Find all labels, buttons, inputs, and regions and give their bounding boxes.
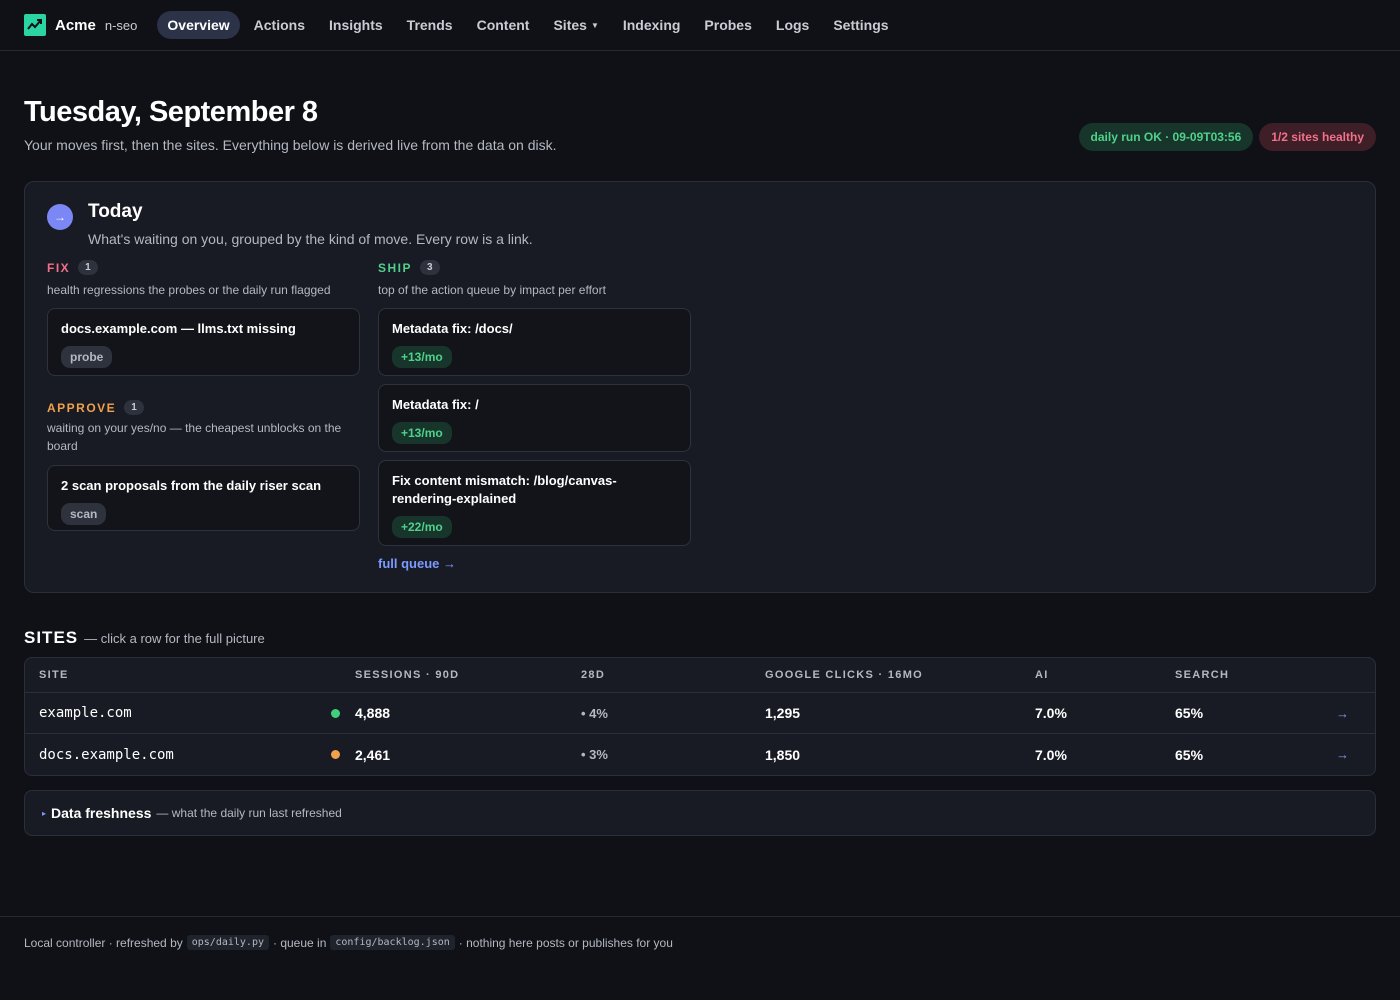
full-queue-link[interactable]: full queue → (378, 556, 691, 571)
ship-task[interactable]: Metadata fix: / +13/mo (378, 384, 691, 452)
col-search: SEARCH (1175, 669, 1230, 681)
approve-count: 1 (124, 400, 144, 415)
ship-count: 3 (420, 260, 440, 275)
nav-settings[interactable]: Settings (823, 11, 898, 39)
status-dot-warning (331, 750, 340, 759)
chevron-down-icon: ▼ (590, 20, 599, 30)
footer: Local controller · refreshed by ops/dail… (0, 916, 1400, 1000)
col-google-clicks: GOOGLE CLICKS · 16MO (765, 669, 924, 681)
ship-label: SHIP (378, 260, 413, 275)
nav-trends[interactable]: Trends (397, 11, 463, 39)
brand-sub: n-seo (104, 17, 138, 33)
task-title: Metadata fix: / (392, 397, 479, 412)
freshness-subtitle: — what the daily run last refreshed (156, 806, 342, 820)
brand[interactable]: Acme n-seo (24, 14, 137, 36)
task-tag: scan (61, 503, 107, 525)
footer-text-1: Local controller · refreshed by (24, 935, 183, 950)
ai-value: 7.0% (1035, 705, 1067, 721)
table-header: SITE SESSIONS · 90D 28D GOOGLE CLICKS · … (25, 658, 1375, 693)
today-subtitle: What's waiting on you, grouped by the ki… (88, 231, 533, 247)
search-value: 65% (1175, 746, 1204, 763)
today-card: → Today What's waiting on you, grouped b… (24, 181, 1376, 593)
nav-sites[interactable]: Sites ▼ (543, 11, 608, 39)
approve-task[interactable]: 2 scan proposals from the daily riser sc… (47, 465, 360, 531)
nav-probes[interactable]: Probes (694, 11, 761, 39)
fix-task[interactable]: docs.example.com — llms.txt missing prob… (47, 308, 360, 376)
approve-desc: waiting on your yes/no — the cheapest un… (47, 421, 342, 453)
caret-right-icon: ▸ (42, 808, 47, 818)
col-28d: 28D (581, 669, 606, 681)
footer-code-1: ops/daily.py (186, 935, 269, 950)
sessions-value: 4,888 (355, 705, 391, 721)
nav-sites-label: Sites (553, 17, 587, 33)
site-name: example.com (39, 705, 132, 721)
arrow-right-icon[interactable]: → (1336, 734, 1349, 775)
col-ai: AI (1035, 669, 1049, 681)
sites-subtitle: — click a row for the full picture (84, 631, 265, 646)
search-value: 65% (1175, 705, 1204, 721)
approve-label: APPROVE (47, 400, 117, 415)
sites-title: SITES (24, 628, 79, 647)
footer-text-2: · queue in (273, 935, 327, 950)
nav-logs[interactable]: Logs (766, 11, 819, 39)
d28-value: • 3% (581, 747, 608, 762)
sites-heading: SITES — click a row for the full picture (24, 628, 265, 648)
status-dot-healthy (331, 708, 340, 718)
ship-task[interactable]: Fix content mismatch: /blog/canvas-rende… (378, 460, 691, 546)
brand-name: Acme (55, 16, 96, 34)
ai-value: 7.0% (1035, 746, 1067, 763)
arrow-right-icon: → (47, 204, 73, 230)
task-title: docs.example.com — llms.txt missing (61, 321, 296, 336)
d28-value: • 4% (581, 705, 608, 721)
data-freshness-toggle[interactable]: ▸ Data freshness — what the daily run la… (24, 790, 1376, 836)
sessions-value: 2,461 (355, 746, 391, 763)
ship-desc: top of the action queue by impact per ef… (378, 283, 606, 297)
task-title: 2 scan proposals from the daily riser sc… (61, 478, 322, 493)
col-sessions: SESSIONS · 90D (355, 669, 460, 681)
arrow-right-icon[interactable]: → (1336, 693, 1349, 733)
table-row[interactable]: example.com 4,888 • 4% 1,295 7.0% 65% → (25, 693, 1375, 734)
sites-table: SITE SESSIONS · 90D 28D GOOGLE CLICKS · … (24, 657, 1376, 776)
nav-overview[interactable]: Overview (157, 11, 240, 39)
fix-group: FIX 1 health regressions the probes or t… (47, 260, 360, 531)
clicks-value: 1,850 (765, 746, 801, 763)
page-header: Tuesday, September 8 Your moves first, t… (24, 96, 1376, 153)
impact-badge: +22/mo (392, 516, 452, 538)
nav-indexing[interactable]: Indexing (613, 11, 691, 39)
health-status-badge: 1/2 sites healthy (1259, 123, 1376, 151)
task-tag: probe (61, 346, 113, 368)
clicks-value: 1,295 (765, 705, 801, 721)
task-title: Metadata fix: /docs/ (392, 321, 513, 336)
impact-badge: +13/mo (392, 346, 452, 368)
run-status-badge: daily run OK · 09-09T03:56 (1078, 123, 1254, 151)
trend-up-logo-icon (24, 14, 46, 36)
table-row[interactable]: docs.example.com 2,461 • 3% 1,850 7.0% 6… (25, 734, 1375, 775)
site-name: docs.example.com (39, 746, 174, 763)
top-nav: Acme n-seo Overview Actions Insights Tre… (0, 0, 1400, 51)
fix-label: FIX (47, 260, 71, 275)
fix-desc: health regressions the probes or the dai… (47, 283, 331, 297)
task-title: Fix content mismatch: /blog/canvas-rende… (392, 473, 617, 506)
today-title: Today (88, 201, 143, 222)
nav-insights[interactable]: Insights (319, 11, 393, 39)
col-site: SITE (39, 669, 69, 681)
impact-badge: +13/mo (392, 422, 452, 444)
fix-count: 1 (78, 260, 98, 275)
ship-task[interactable]: Metadata fix: /docs/ +13/mo (378, 308, 691, 376)
footer-text-3: · nothing here posts or publishes for yo… (458, 935, 673, 950)
footer-code-2: config/backlog.json (330, 935, 455, 950)
nav-actions[interactable]: Actions (244, 11, 315, 39)
freshness-title: Data freshness (51, 805, 152, 821)
nav-content[interactable]: Content (467, 11, 540, 39)
ship-group: SHIP 3 top of the action queue by impact… (378, 260, 691, 571)
